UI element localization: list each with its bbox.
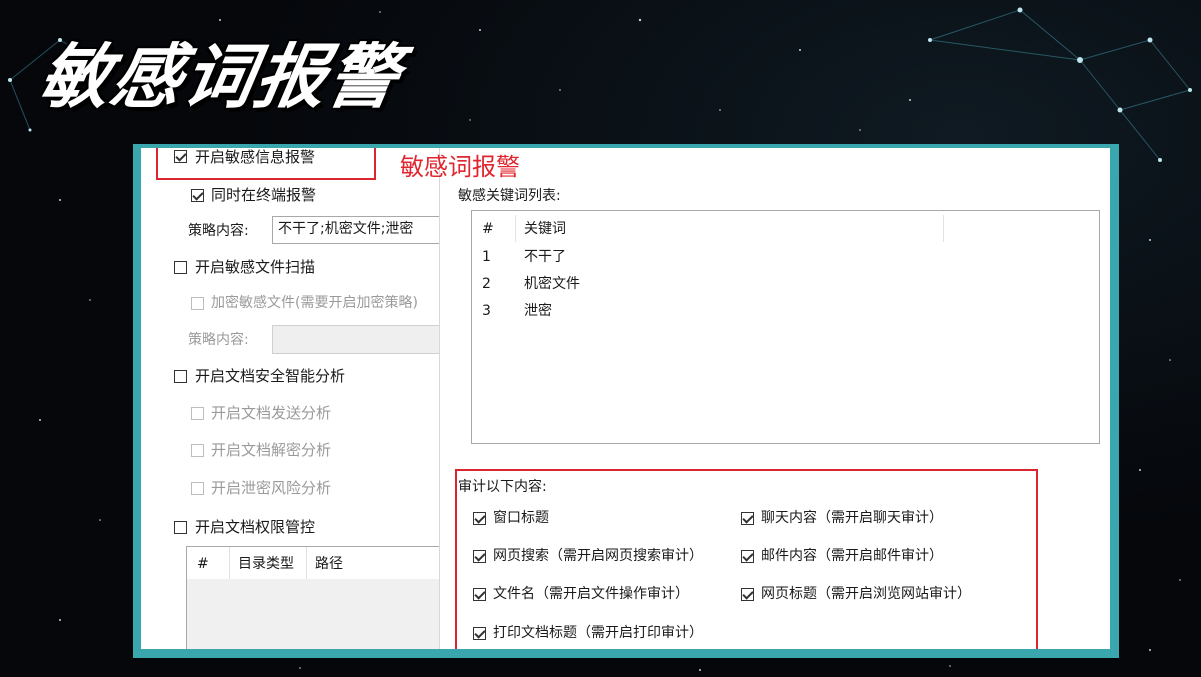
dir-col-type[interactable]: 目录类型 [238, 555, 294, 573]
terminal-alarm-label: 同时在终端报警 [211, 186, 317, 204]
kw-row-index: 3 [482, 303, 491, 319]
kw-col-sep-1 [515, 215, 516, 242]
doc-send-checkbox[interactable] [191, 407, 204, 420]
directory-table[interactable]: # 目录类型 路径 [186, 546, 456, 649]
keyword-list-label: 敏感关键词列表: [458, 188, 561, 204]
audit-file-name-label: 文件名（需开启文件操作审计） [493, 586, 689, 602]
right-settings-panel: 敏感词报警 敏感关键词列表: # 关键词 1 不干了 2 机密文件 3 泄密 审… [400, 148, 1110, 649]
audit-label: 审计以下内容: [458, 479, 547, 495]
leak-risk-label: 开启泄密风险分析 [211, 479, 332, 497]
doc-analysis-checkbox[interactable] [174, 370, 187, 383]
kw-col-index[interactable]: # [482, 220, 494, 238]
doc-analysis-label: 开启文档安全智能分析 [195, 367, 346, 385]
audit-mail-content-label: 邮件内容（需开启邮件审计） [761, 548, 943, 564]
encrypt-sensitive-checkbox[interactable] [191, 297, 204, 310]
table-row[interactable]: 1 不干了 [472, 246, 1099, 273]
left-settings-panel: 开启敏感信息报警 同时在终端报警 策略内容: 不干了;机密文件;泄密 开启敏感文… [141, 148, 456, 649]
directory-table-header: # 目录类型 路径 [187, 547, 455, 579]
audit-window-title-label: 窗口标题 [493, 510, 549, 526]
slide-title: 敏感词报警 [32, 36, 408, 118]
kw-col-keyword[interactable]: 关键词 [524, 220, 566, 238]
audit-web-search-label: 网页搜索（需开启网页搜索审计） [493, 548, 703, 564]
settings-window: 开启敏感信息报警 同时在终端报警 策略内容: 不干了;机密文件;泄密 开启敏感文… [141, 148, 1110, 649]
audit-web-title-label: 网页标题（需开启浏览网站审计） [761, 586, 971, 602]
enable-sensitive-alarm-label: 开启敏感信息报警 [195, 148, 316, 166]
audit-web-search-checkbox[interactable] [473, 550, 486, 563]
doc-permission-checkbox[interactable] [174, 521, 187, 534]
table-row[interactable]: 2 机密文件 [472, 273, 1099, 300]
dir-col-sep-1 [229, 547, 230, 579]
enable-sensitive-alarm-checkbox[interactable] [174, 150, 187, 163]
policy-content-input-2[interactable] [272, 325, 447, 354]
kw-row-keyword: 机密文件 [524, 276, 580, 292]
kw-col-sep-2 [943, 215, 944, 242]
audit-print-title-label: 打印文档标题（需开启打印审计） [493, 625, 703, 641]
audit-print-title-checkbox[interactable] [473, 627, 486, 640]
audit-chat-content-label: 聊天内容（需开启聊天审计） [761, 510, 943, 526]
table-row[interactable]: 3 泄密 [472, 300, 1099, 327]
kw-row-index: 1 [482, 249, 491, 265]
policy-content-label: 策略内容: [188, 223, 249, 239]
dir-col-path[interactable]: 路径 [315, 555, 343, 573]
audit-window-title-checkbox[interactable] [473, 512, 486, 525]
red-heading: 敏感词报警 [400, 153, 520, 181]
audit-web-title-checkbox[interactable] [741, 588, 754, 601]
audit-chat-content-checkbox[interactable] [741, 512, 754, 525]
screenshot-frame: 开启敏感信息报警 同时在终端报警 策略内容: 不干了;机密文件;泄密 开启敏感文… [133, 144, 1119, 658]
doc-permission-label: 开启文档权限管控 [195, 518, 316, 536]
dir-col-index[interactable]: # [197, 555, 209, 573]
policy-content-label-2: 策略内容: [188, 332, 249, 348]
doc-decrypt-checkbox[interactable] [191, 444, 204, 457]
kw-row-keyword: 泄密 [524, 303, 552, 319]
keyword-table[interactable]: # 关键词 1 不干了 2 机密文件 3 泄密 [471, 210, 1100, 444]
encrypt-sensitive-label: 加密敏感文件(需要开启加密策略) [211, 295, 418, 311]
dir-col-sep-2 [306, 547, 307, 579]
file-scan-checkbox[interactable] [174, 261, 187, 274]
audit-mail-content-checkbox[interactable] [741, 550, 754, 563]
leak-risk-checkbox[interactable] [191, 482, 204, 495]
kw-row-index: 2 [482, 276, 491, 292]
terminal-alarm-checkbox[interactable] [191, 189, 204, 202]
doc-decrypt-label: 开启文档解密分析 [211, 441, 332, 459]
file-scan-label: 开启敏感文件扫描 [195, 258, 316, 276]
audit-file-name-checkbox[interactable] [473, 588, 486, 601]
doc-send-label: 开启文档发送分析 [211, 404, 332, 422]
policy-content-input[interactable]: 不干了;机密文件;泄密 [272, 216, 447, 244]
kw-row-keyword: 不干了 [524, 249, 566, 265]
